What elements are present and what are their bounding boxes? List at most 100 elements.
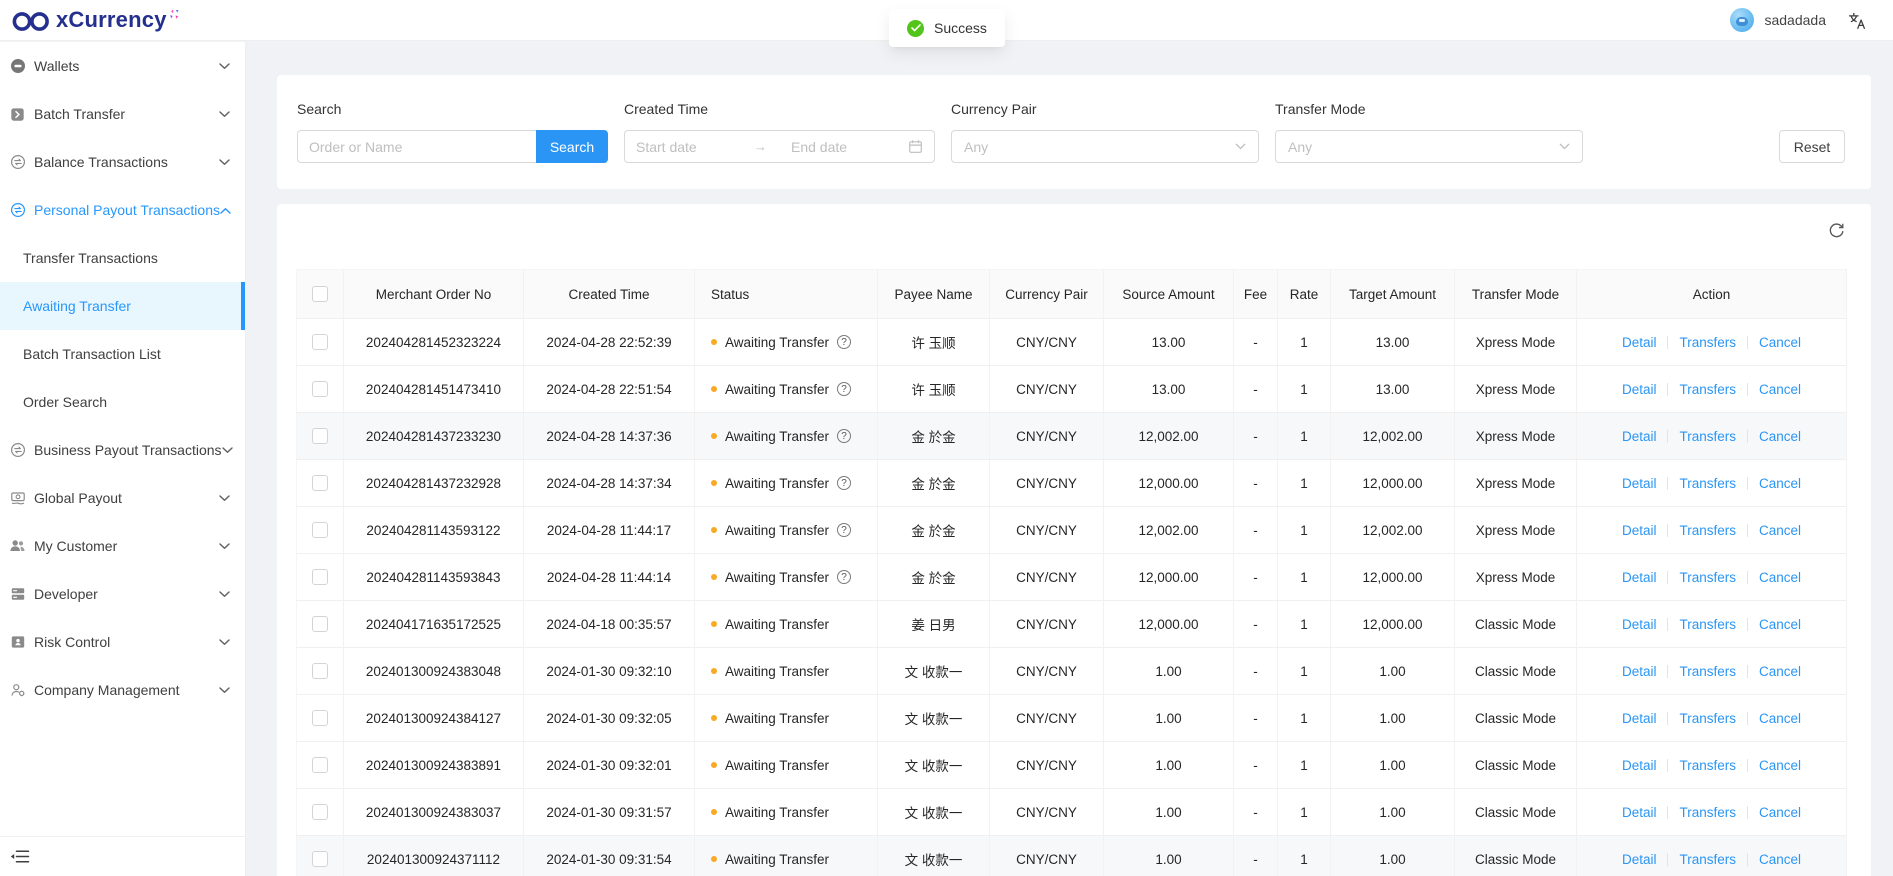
sidebar-item-company-management[interactable]: Company Management [0,666,245,714]
transfers-link[interactable]: Transfers [1679,570,1736,585]
sidebar-item-balance-transactions[interactable]: Balance Transactions [0,138,245,186]
reset-button[interactable]: Reset [1779,130,1845,163]
column-header-currency-pair: Currency Pair [990,269,1104,319]
transfers-link[interactable]: Transfers [1679,758,1736,773]
transfers-link[interactable]: Transfers [1679,617,1736,632]
sidebar-item-business-payout-transactions[interactable]: Business Payout Transactions [0,426,245,474]
cancel-link[interactable]: Cancel [1759,805,1801,820]
sidebar-item-risk-control[interactable]: Risk Control [0,618,245,666]
detail-link[interactable]: Detail [1622,664,1657,679]
transfers-link[interactable]: Transfers [1679,711,1736,726]
transfers-link[interactable]: Transfers [1679,805,1736,820]
transfer-mode-select[interactable]: Any [1275,130,1583,163]
transfers-link[interactable]: Transfers [1679,852,1736,867]
date-range-picker[interactable]: Start date → End date [624,130,935,163]
sparkle-icon [169,9,180,20]
sidebar-item-batch-transfer[interactable]: Batch Transfer [0,90,245,138]
transfers-link[interactable]: Transfers [1679,335,1736,350]
row-checkbox[interactable] [312,334,328,350]
transfers-link[interactable]: Transfers [1679,429,1736,444]
cancel-link[interactable]: Cancel [1759,852,1801,867]
translate-icon[interactable] [1848,11,1867,30]
detail-link[interactable]: Detail [1622,852,1657,867]
sidebar-subitem-order-search[interactable]: Order Search [0,378,245,426]
payee-name: 姜 日男 [878,601,990,648]
cancel-link[interactable]: Cancel [1759,476,1801,491]
question-circle-icon[interactable]: ? [837,476,851,490]
sidebar-subitem-transfer-transactions[interactable]: Transfer Transactions [0,234,245,282]
status-dot-icon [711,480,717,486]
menu-fold-icon[interactable] [10,848,30,865]
detail-link[interactable]: Detail [1622,476,1657,491]
detail-link[interactable]: Detail [1622,382,1657,397]
user-avatar[interactable] [1730,8,1754,32]
sidebar-item-wallets[interactable]: Wallets [0,42,245,90]
sidebar-item-developer[interactable]: Developer [0,570,245,618]
transfers-link[interactable]: Transfers [1679,664,1736,679]
detail-link[interactable]: Detail [1622,429,1657,444]
action-divider [1667,759,1668,772]
action-cell: Detail Transfers Cancel [1577,789,1847,836]
created-time: 2024-01-30 09:31:54 [524,836,695,876]
status-text: Awaiting Transfer [725,711,829,726]
row-checkbox[interactable] [312,428,328,444]
detail-link[interactable]: Detail [1622,523,1657,538]
action-cell: Detail Transfers Cancel [1577,601,1847,648]
payee-name: 金 於金 [878,413,990,460]
question-circle-icon[interactable]: ? [837,429,851,443]
username[interactable]: sadadada [1764,12,1826,28]
transfers-link[interactable]: Transfers [1679,382,1736,397]
search-input[interactable] [297,130,536,163]
row-checkbox[interactable] [312,663,328,679]
refresh-icon[interactable] [1827,222,1845,240]
row-checkbox[interactable] [312,616,328,632]
row-checkbox[interactable] [312,569,328,585]
sidebar-item-personal-payout-transactions[interactable]: Personal Payout Transactions [0,186,245,234]
target-amount: 12,000.00 [1331,601,1455,648]
select-all-checkbox[interactable] [312,286,328,302]
detail-link[interactable]: Detail [1622,758,1657,773]
row-checkbox[interactable] [312,475,328,491]
sidebar-subitem-batch-transaction-list[interactable]: Batch Transaction List [0,330,245,378]
row-checkbox[interactable] [312,851,328,867]
detail-link[interactable]: Detail [1622,335,1657,350]
transfers-link[interactable]: Transfers [1679,523,1736,538]
row-checkbox[interactable] [312,522,328,538]
sidebar-item-my-customer[interactable]: My Customer [0,522,245,570]
row-checkbox[interactable] [312,804,328,820]
cancel-link[interactable]: Cancel [1759,570,1801,585]
question-circle-icon[interactable]: ? [837,570,851,584]
cancel-link[interactable]: Cancel [1759,523,1801,538]
created-time-filter-group: Created Time Start date → End date [624,101,935,163]
chevron-down-icon [219,111,230,118]
transfers-link[interactable]: Transfers [1679,476,1736,491]
cancel-link[interactable]: Cancel [1759,664,1801,679]
cancel-link[interactable]: Cancel [1759,711,1801,726]
question-circle-icon[interactable]: ? [837,523,851,537]
cancel-link[interactable]: Cancel [1759,617,1801,632]
detail-link[interactable]: Detail [1622,805,1657,820]
currency-pair-select[interactable]: Any [951,130,1259,163]
rate: 1 [1278,319,1331,366]
transfer-mode: Xpress Mode [1455,460,1577,507]
row-checkbox[interactable] [312,757,328,773]
sidebar-item-global-payout[interactable]: Global Payout [0,474,245,522]
search-button[interactable]: Search [536,130,608,163]
transfer-mode-label: Transfer Mode [1275,101,1583,117]
detail-link[interactable]: Detail [1622,570,1657,585]
merchant-order-no: 202404281452323224 [344,319,524,366]
cancel-link[interactable]: Cancel [1759,382,1801,397]
question-circle-icon[interactable]: ? [837,382,851,396]
cancel-link[interactable]: Cancel [1759,429,1801,444]
row-checkbox[interactable] [312,381,328,397]
end-date-placeholder[interactable]: End date [791,139,908,155]
start-date-placeholder[interactable]: Start date [636,139,754,155]
question-circle-icon[interactable]: ? [837,335,851,349]
sidebar-subitem-awaiting-transfer[interactable]: Awaiting Transfer [0,282,245,330]
cancel-link[interactable]: Cancel [1759,335,1801,350]
detail-link[interactable]: Detail [1622,711,1657,726]
detail-link[interactable]: Detail [1622,617,1657,632]
row-checkbox[interactable] [312,710,328,726]
cancel-link[interactable]: Cancel [1759,758,1801,773]
column-header-action: Action [1577,269,1847,319]
